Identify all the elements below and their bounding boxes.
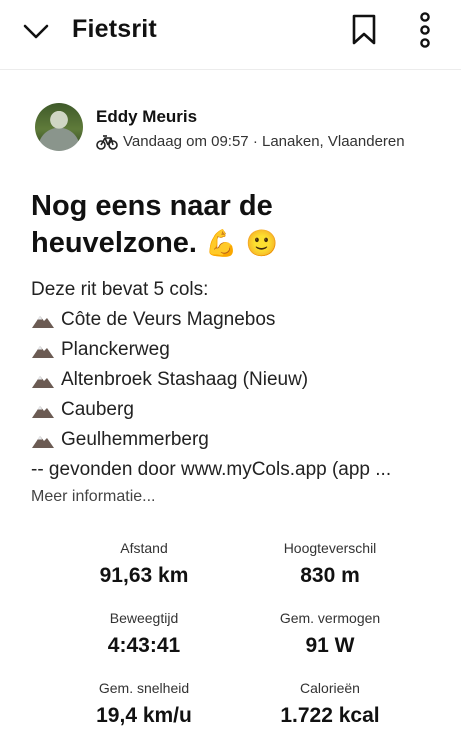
- stat-value: 91,63 km: [99, 564, 189, 587]
- activity-meta: Vandaag om 09:57 · Lanaken, Vlaanderen: [96, 133, 405, 150]
- activity-meta-text: Vandaag om 09:57 · Lanaken, Vlaanderen: [123, 133, 405, 150]
- stat-value: 19,4 km/u: [96, 704, 192, 727]
- stat-calories: Calorieën 1.722 kcal: [230, 680, 430, 728]
- mountain-icon: [32, 376, 54, 388]
- mountain-icon: [32, 316, 54, 328]
- description-line: Deze rit bevat 5 cols:: [31, 279, 209, 300]
- stat-label: Gem. vermogen: [279, 610, 381, 626]
- more-options-icon[interactable]: [415, 12, 435, 48]
- activity-title-emojis: 💪 🙂: [205, 229, 279, 259]
- stat-moving-time: Beweegtijd 4:43:41: [44, 610, 244, 658]
- mountain-icon: [32, 346, 54, 358]
- stat-label: Calorieën: [300, 680, 360, 696]
- stat-value: 4:43:41: [107, 634, 181, 657]
- description-line: Planckerweg: [31, 335, 441, 365]
- stat-value: 1.722 kcal: [280, 704, 380, 727]
- activity-description: Deze rit bevat 5 cols: Côte de Veurs Mag…: [31, 275, 441, 485]
- mountain-icon: [32, 406, 54, 418]
- athlete-header: Eddy Meuris Vandaag om 09:57 · Lanaken, …: [35, 103, 435, 153]
- stat-elevation: Hoogteverschil 830 m: [230, 540, 430, 588]
- chevron-down-icon[interactable]: [22, 20, 50, 42]
- stat-value: 830 m: [300, 564, 360, 587]
- stat-label: Beweegtijd: [109, 610, 179, 626]
- mountain-icon: [32, 436, 54, 448]
- page-title: Fietsrit: [72, 15, 157, 43]
- bike-icon: [96, 134, 118, 150]
- athlete-name[interactable]: Eddy Meuris: [96, 107, 197, 127]
- more-info-link[interactable]: Meer informatie...: [31, 488, 155, 506]
- stat-avg-speed: Gem. snelheid 19,4 km/u: [44, 680, 244, 728]
- stat-avg-power: Gem. vermogen 91 W: [230, 610, 430, 658]
- avatar[interactable]: [35, 103, 83, 151]
- stat-label: Gem. snelheid: [98, 680, 190, 696]
- stat-value: 91 W: [305, 634, 355, 657]
- stat-label: Hoogteverschil: [283, 540, 377, 556]
- stat-distance: Afstand 91,63 km: [44, 540, 244, 588]
- top-bar: Fietsrit: [0, 0, 461, 70]
- stat-label: Afstand: [120, 540, 168, 556]
- description-line: -- gevonden door www.myCols.app (app ...: [31, 459, 392, 480]
- description-line: Altenbroek Stashaag (Nieuw): [31, 365, 441, 395]
- description-line: Côte de Veurs Magnebos: [31, 305, 441, 335]
- description-line: Geulhemmerberg: [31, 425, 441, 455]
- activity-title: Nog eens naar de heuvelzone. 💪 🙂: [31, 188, 431, 263]
- bookmark-icon[interactable]: [351, 14, 377, 46]
- description-line: Cauberg: [31, 395, 441, 425]
